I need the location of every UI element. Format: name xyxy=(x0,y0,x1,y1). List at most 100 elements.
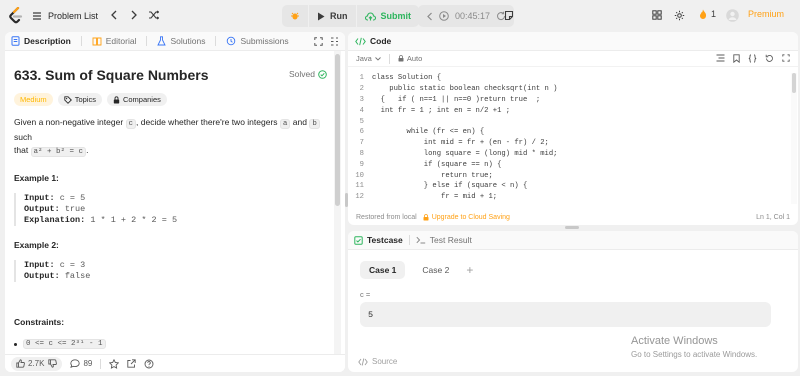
problem-list-button[interactable]: Problem List xyxy=(32,9,98,23)
reset-code-icon[interactable] xyxy=(765,54,774,63)
fullscreen-icon[interactable] xyxy=(782,54,790,63)
input-label: Input: xyxy=(24,260,55,270)
language-select[interactable]: Java xyxy=(356,54,381,63)
share-button[interactable] xyxy=(127,359,137,368)
constraint-code: 0 <= c <= 2³¹ - 1 xyxy=(23,339,106,349)
testcase-input[interactable]: 5 xyxy=(360,302,771,327)
code-line: 12 fr = mid + 1; xyxy=(348,192,790,203)
tab-description-label: Description xyxy=(24,36,71,46)
code-scrollbar[interactable] xyxy=(791,73,797,204)
document-icon xyxy=(11,36,20,46)
next-problem-icon[interactable] xyxy=(130,10,138,20)
check-circle-icon xyxy=(318,69,327,79)
editor-actions xyxy=(716,54,790,63)
leetcode-logo-icon[interactable] xyxy=(8,7,24,25)
format-icon[interactable] xyxy=(716,54,725,63)
line-number: 10 xyxy=(355,171,364,180)
timer-collapse-icon[interactable] xyxy=(426,12,433,21)
tab-solutions[interactable]: Solutions xyxy=(157,36,205,46)
dislike-button[interactable] xyxy=(48,359,58,368)
panel-options-icon[interactable] xyxy=(330,37,339,46)
code-text: int fr = 1 ; int en = n/2 +1 ; xyxy=(372,106,511,115)
like-dislike-group: 2.7K xyxy=(11,356,63,371)
lock-icon xyxy=(423,213,429,220)
code-editor[interactable]: 1 class Solution { 2 public static boolea… xyxy=(348,73,790,204)
tab-description[interactable]: Description xyxy=(11,36,71,46)
settings-gear-icon[interactable] xyxy=(674,10,685,21)
code-line: 1 class Solution { xyxy=(348,73,790,84)
premium-link[interactable]: Premium xyxy=(748,9,784,19)
code-line: 6 while (fr <= en) { xyxy=(348,127,790,138)
comment-icon xyxy=(70,359,81,368)
explanation-value: 1 * 1 + 2 * 2 = 5 xyxy=(90,215,178,225)
streak-count: 1 xyxy=(711,9,717,19)
code-brackets-icon xyxy=(355,37,366,45)
layout-grid-icon[interactable] xyxy=(652,10,662,20)
code-text: long square = (long) mid * mid; xyxy=(372,149,558,158)
curly-braces-icon[interactable] xyxy=(748,54,757,63)
avatar[interactable] xyxy=(726,9,739,22)
line-number: 1 xyxy=(359,74,364,83)
star-icon xyxy=(109,358,120,369)
list-icon xyxy=(33,12,41,20)
tab-test-result[interactable]: Test Result xyxy=(416,235,472,245)
fire-icon xyxy=(700,9,707,19)
autosave-toggle[interactable]: Auto xyxy=(398,54,422,63)
upgrade-link[interactable]: Upgrade to Cloud Saving xyxy=(423,214,510,221)
code-panel-header: Code xyxy=(348,32,798,51)
submit-button[interactable]: Submit xyxy=(356,5,419,27)
activate-windows-subtitle: Go to Settings to activate Windows. xyxy=(631,350,758,359)
expand-icon[interactable] xyxy=(314,37,323,46)
flask-icon xyxy=(157,36,167,46)
add-case-icon[interactable]: + xyxy=(466,263,473,277)
output-label: Output: xyxy=(24,204,60,214)
companies-tag[interactable]: Companies xyxy=(106,93,167,106)
code-line: 7 int mid = fr + (en - fr) / 2; xyxy=(348,138,790,149)
like-button[interactable]: 2.7K xyxy=(16,359,44,368)
example-2-block: Input: c = 3 Output: false xyxy=(14,260,332,282)
inline-code-b: b xyxy=(309,119,320,129)
comments-button[interactable]: 89 xyxy=(70,359,92,368)
timer-play-icon[interactable] xyxy=(439,11,449,21)
output-label: Output: xyxy=(24,271,60,281)
streak-counter[interactable]: 1 xyxy=(699,9,716,19)
checkbox-icon xyxy=(354,235,363,245)
code-text: class Solution { xyxy=(372,74,442,83)
tab-editorial[interactable]: Editorial xyxy=(92,36,136,46)
problem-title: 633. Sum of Square Numbers xyxy=(14,67,209,83)
scrollbar-thumb[interactable] xyxy=(335,54,340,206)
help-button[interactable] xyxy=(144,359,154,369)
case-2-tab[interactable]: Case 2 xyxy=(413,261,458,279)
solved-status: Solved xyxy=(289,69,327,79)
description-scrollbar[interactable] xyxy=(334,51,341,354)
timer[interactable]: 00:45:17 xyxy=(418,5,515,27)
line-number: 12 xyxy=(355,193,364,202)
topics-tag[interactable]: Topics xyxy=(57,93,102,106)
case-1-tab[interactable]: Case 1 xyxy=(360,261,406,279)
horizontal-resize-handle[interactable] xyxy=(565,226,579,229)
code-panel: Code Java Auto 1 class Solution { 2 publi… xyxy=(348,32,798,225)
tab-submissions[interactable]: Submissions xyxy=(226,36,289,46)
scrollbar-thumb[interactable] xyxy=(792,73,796,93)
favorite-button[interactable] xyxy=(109,358,120,369)
constraints-heading: Constraints: xyxy=(14,317,65,327)
source-toggle[interactable]: Source xyxy=(358,357,397,366)
note-icon[interactable] xyxy=(504,10,514,21)
debug-button[interactable] xyxy=(282,5,308,27)
case-tabs: Case 1 Case 2 + xyxy=(360,261,473,279)
code-line: 2 public static boolean checksqrt(int n … xyxy=(348,84,790,95)
input-value: c = 3 xyxy=(59,260,86,270)
prev-problem-icon[interactable] xyxy=(110,10,118,20)
code-text: if (square == n) { xyxy=(372,160,502,169)
cloud-upload-icon xyxy=(364,12,376,21)
tab-testcase[interactable]: Testcase xyxy=(354,235,403,245)
shuffle-icon[interactable] xyxy=(148,10,159,20)
top-bar: Problem List Run Submit 00:45:17 1 Premi… xyxy=(0,0,800,32)
code-line: 4 int fr = 1 ; int en = n/2 +1 ; xyxy=(348,105,790,116)
submit-label: Submit xyxy=(380,11,412,21)
bookmark-icon[interactable] xyxy=(733,54,740,63)
run-button[interactable]: Run xyxy=(309,5,356,27)
code-text: return true; xyxy=(372,171,493,180)
bullet xyxy=(14,342,17,346)
history-icon xyxy=(227,36,236,46)
